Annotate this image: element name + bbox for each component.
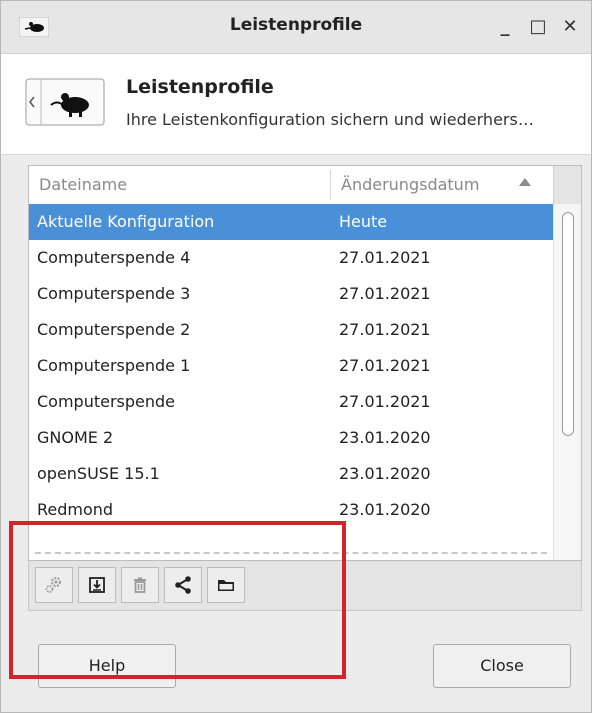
table-row[interactable]: GNOME 2 23.01.2020 bbox=[29, 420, 553, 456]
title-bar[interactable]: Leistenprofile _ □ ✕ bbox=[1, 1, 591, 54]
close-button[interactable]: Close bbox=[433, 644, 571, 688]
table-row[interactable]: Computerspende 27.01.2021 bbox=[29, 384, 553, 420]
table-header: Dateiname Änderungsdatum bbox=[29, 166, 581, 205]
table-row[interactable]: Computerspende 2 27.01.2021 bbox=[29, 312, 553, 348]
row-filename: Computerspende 2 bbox=[37, 320, 191, 339]
highlight-annotation-box bbox=[9, 521, 346, 679]
row-filename: Computerspende 3 bbox=[37, 284, 191, 303]
table-row[interactable]: openSUSE 15.1 23.01.2020 bbox=[29, 456, 553, 492]
row-filename: Computerspende 4 bbox=[37, 248, 191, 267]
mouse-panel-icon bbox=[25, 78, 105, 126]
dialog-header: Leistenprofile Ihre Leistenkonfiguration… bbox=[1, 54, 591, 155]
row-filename: Aktuelle Konfiguration bbox=[37, 212, 215, 231]
row-date: 27.01.2021 bbox=[339, 392, 431, 411]
maximize-button[interactable]: □ bbox=[526, 15, 550, 39]
row-date: 23.01.2020 bbox=[339, 428, 431, 447]
row-filename: Redmond bbox=[37, 500, 114, 519]
row-filename: GNOME 2 bbox=[37, 428, 114, 447]
header-corner bbox=[553, 166, 581, 204]
table-row[interactable]: Computerspende 4 27.01.2021 bbox=[29, 240, 553, 276]
row-date: 27.01.2021 bbox=[339, 284, 431, 303]
minimize-button[interactable]: _ bbox=[493, 15, 517, 39]
close-window-button[interactable]: ✕ bbox=[558, 15, 582, 39]
dialog-heading: Leistenprofile bbox=[126, 76, 274, 98]
profiles-table[interactable]: Dateiname Änderungsdatum Aktuelle Konfig… bbox=[28, 165, 582, 561]
scrollbar-thumb[interactable] bbox=[562, 212, 574, 436]
table-row[interactable]: Computerspende 1 27.01.2021 bbox=[29, 348, 553, 384]
row-date: 23.01.2020 bbox=[339, 500, 431, 519]
row-filename: Computerspende 1 bbox=[37, 356, 191, 375]
vertical-scrollbar[interactable] bbox=[553, 204, 581, 560]
row-date: 27.01.2021 bbox=[339, 248, 431, 267]
row-filename: Computerspende bbox=[37, 392, 176, 411]
dialog-subtitle: Ihre Leistenkonfiguration sichern und wi… bbox=[126, 110, 534, 129]
row-date: 27.01.2021 bbox=[339, 356, 431, 375]
sort-ascending-icon bbox=[519, 178, 531, 186]
column-modified-date[interactable]: Änderungsdatum bbox=[341, 175, 479, 194]
row-date: 23.01.2020 bbox=[339, 464, 431, 483]
row-date: Heute bbox=[339, 212, 388, 231]
row-filename: openSUSE 15.1 bbox=[37, 464, 160, 483]
row-date: 27.01.2021 bbox=[339, 320, 431, 339]
table-row[interactable]: Aktuelle Konfiguration Heute bbox=[29, 204, 553, 240]
table-row[interactable]: Computerspende 3 27.01.2021 bbox=[29, 276, 553, 312]
panel-profiles-window: Leistenprofile _ □ ✕ Leistenprofile Ihre… bbox=[0, 0, 592, 713]
column-filename[interactable]: Dateiname bbox=[39, 175, 127, 194]
column-separator bbox=[330, 170, 331, 200]
